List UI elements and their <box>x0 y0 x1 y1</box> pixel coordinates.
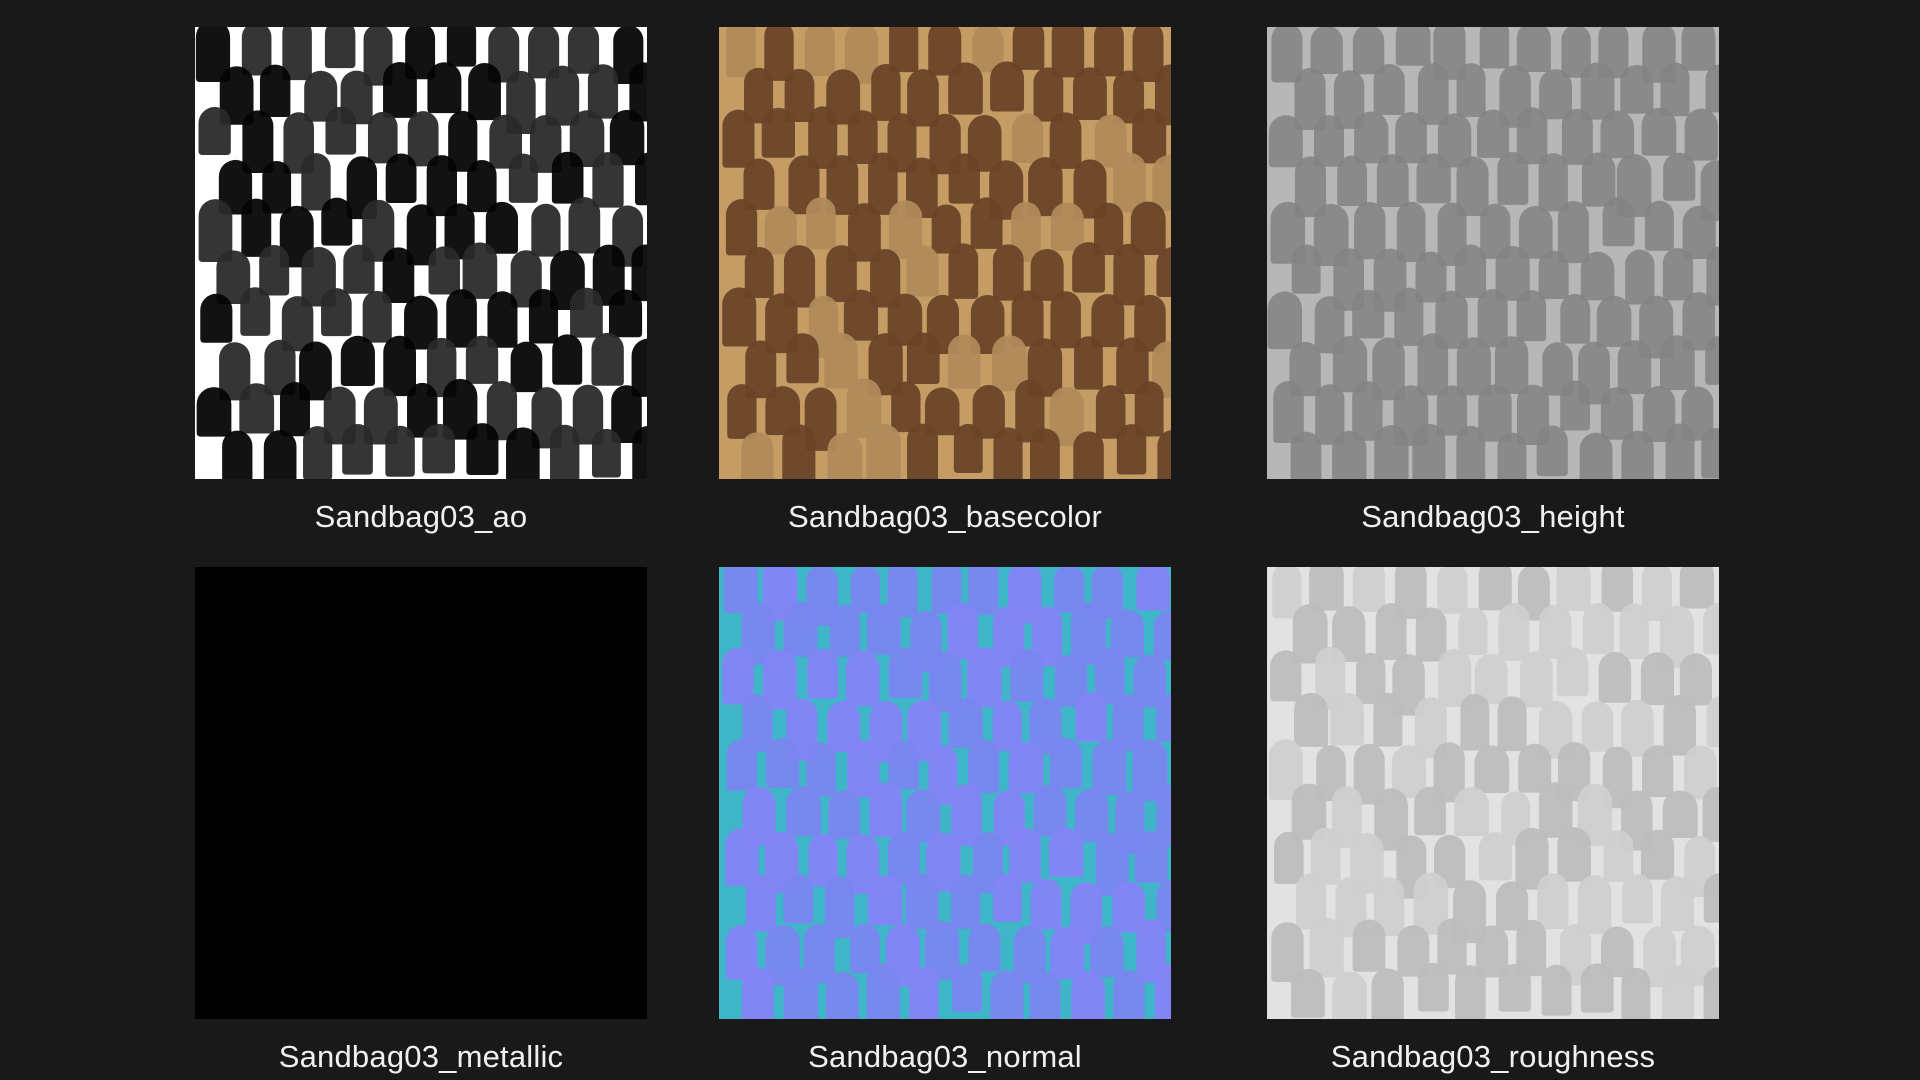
roughness-texture-thumbnail[interactable] <box>1267 567 1719 1019</box>
normal-texture-thumbnail[interactable] <box>719 567 1171 1019</box>
file-name-label[interactable]: Sandbag03_ao <box>195 499 647 535</box>
file-name-label[interactable]: Sandbag03_basecolor <box>719 499 1171 535</box>
file-tile-ao[interactable]: Sandbag03_ao <box>195 27 647 535</box>
file-tile-metallic[interactable]: Sandbag03_metallic <box>195 567 647 1075</box>
metallic-texture-thumbnail[interactable] <box>195 567 647 1019</box>
file-tile-roughness[interactable]: Sandbag03_roughness <box>1267 567 1719 1075</box>
ao-texture-thumbnail[interactable] <box>195 27 647 479</box>
file-name-label[interactable]: Sandbag03_height <box>1267 499 1719 535</box>
file-name-label[interactable]: Sandbag03_metallic <box>195 1039 647 1075</box>
file-tile-height[interactable]: Sandbag03_height <box>1267 27 1719 535</box>
file-name-label[interactable]: Sandbag03_normal <box>719 1039 1171 1075</box>
file-name-label[interactable]: Sandbag03_roughness <box>1267 1039 1719 1075</box>
file-tile-normal[interactable]: Sandbag03_normal <box>719 567 1171 1075</box>
file-tile-basecolor[interactable]: Sandbag03_basecolor <box>719 27 1171 535</box>
file-gallery: Sandbag03_ao Sandbag03_basecolor Sandbag… <box>0 0 1920 1080</box>
basecolor-texture-thumbnail[interactable] <box>719 27 1171 479</box>
height-texture-thumbnail[interactable] <box>1267 27 1719 479</box>
